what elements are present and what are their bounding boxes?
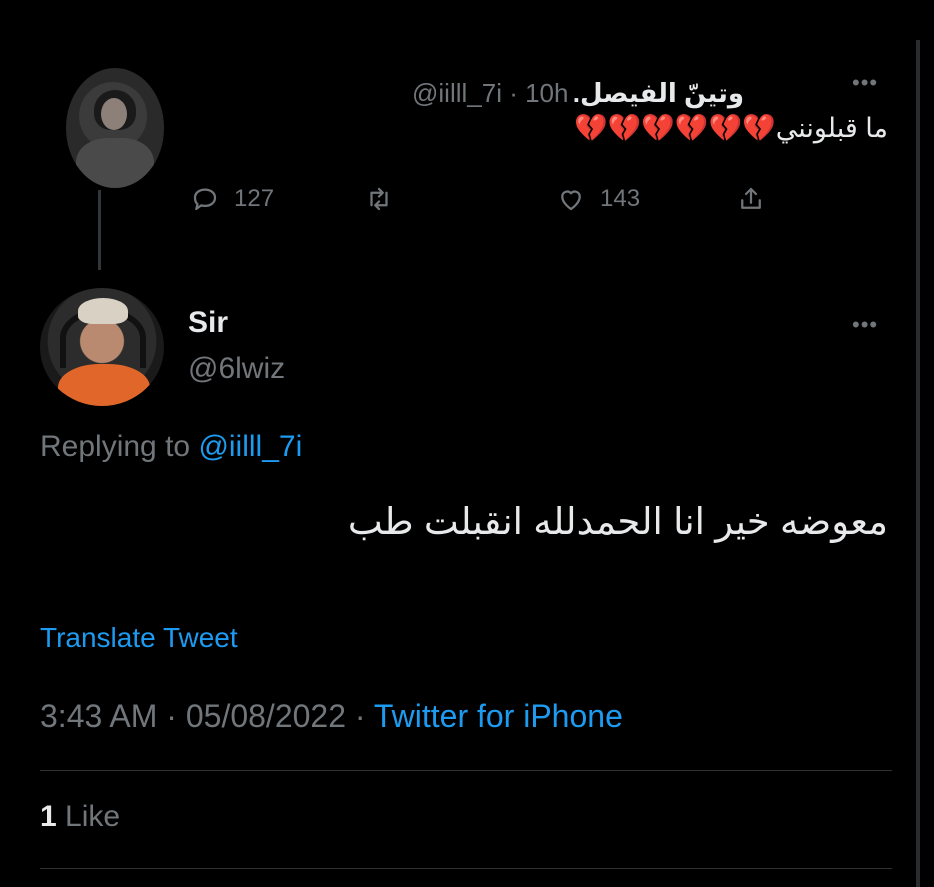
reply-count: 127: [234, 185, 275, 212]
replying-to-line: Replying to @iilll_7i: [40, 430, 302, 464]
likes-label: Like: [65, 800, 121, 833]
share-icon: [741, 187, 761, 209]
likes-count: 1: [40, 800, 57, 833]
like-button[interactable]: 143: [556, 184, 640, 214]
more-icon[interactable]: •••: [852, 312, 878, 338]
reply-button[interactable]: 127: [190, 184, 274, 214]
translate-tweet-link[interactable]: Translate Tweet: [40, 622, 238, 654]
parent-tweet-text: ما قبلونني💔💔💔💔💔💔: [573, 113, 888, 143]
tweet-source[interactable]: Twitter for iPhone: [374, 698, 623, 734]
reply-display-name[interactable]: Sir: [188, 306, 228, 340]
parent-display-name[interactable]: وتينّ الفيصل.: [573, 78, 744, 109]
retweet-icon: [370, 187, 388, 211]
share-button[interactable]: [736, 184, 766, 214]
more-icon[interactable]: •••: [852, 70, 878, 96]
retweet-button[interactable]: [364, 184, 394, 214]
reply-avatar[interactable]: [40, 288, 164, 406]
like-count: 143: [600, 185, 641, 212]
heart-icon: [561, 190, 581, 211]
divider: [40, 868, 892, 869]
scrollbar[interactable]: [916, 40, 920, 887]
replying-to-handle[interactable]: @iilll_7i: [198, 430, 302, 463]
likes-summary[interactable]: 1 Like: [40, 800, 120, 834]
tweet-meta: 3:43 AM · 05/08/2022 · Twitter for iPhon…: [40, 698, 623, 735]
parent-handle-time[interactable]: @iilll_7i · 10h: [412, 78, 568, 109]
parent-avatar[interactable]: [66, 68, 164, 188]
reply-handle[interactable]: @6lwiz: [188, 352, 285, 386]
reply-icon: [193, 188, 217, 211]
tweet-timestamp[interactable]: 3:43 AM · 05/08/2022 ·: [40, 698, 374, 734]
parent-action-bar: 127 143: [0, 182, 934, 216]
reply-tweet-text: معوضه خير انا الحمدلله انقبلت طب: [347, 501, 888, 542]
replying-to-label: Replying to: [40, 430, 191, 463]
divider: [40, 770, 892, 771]
